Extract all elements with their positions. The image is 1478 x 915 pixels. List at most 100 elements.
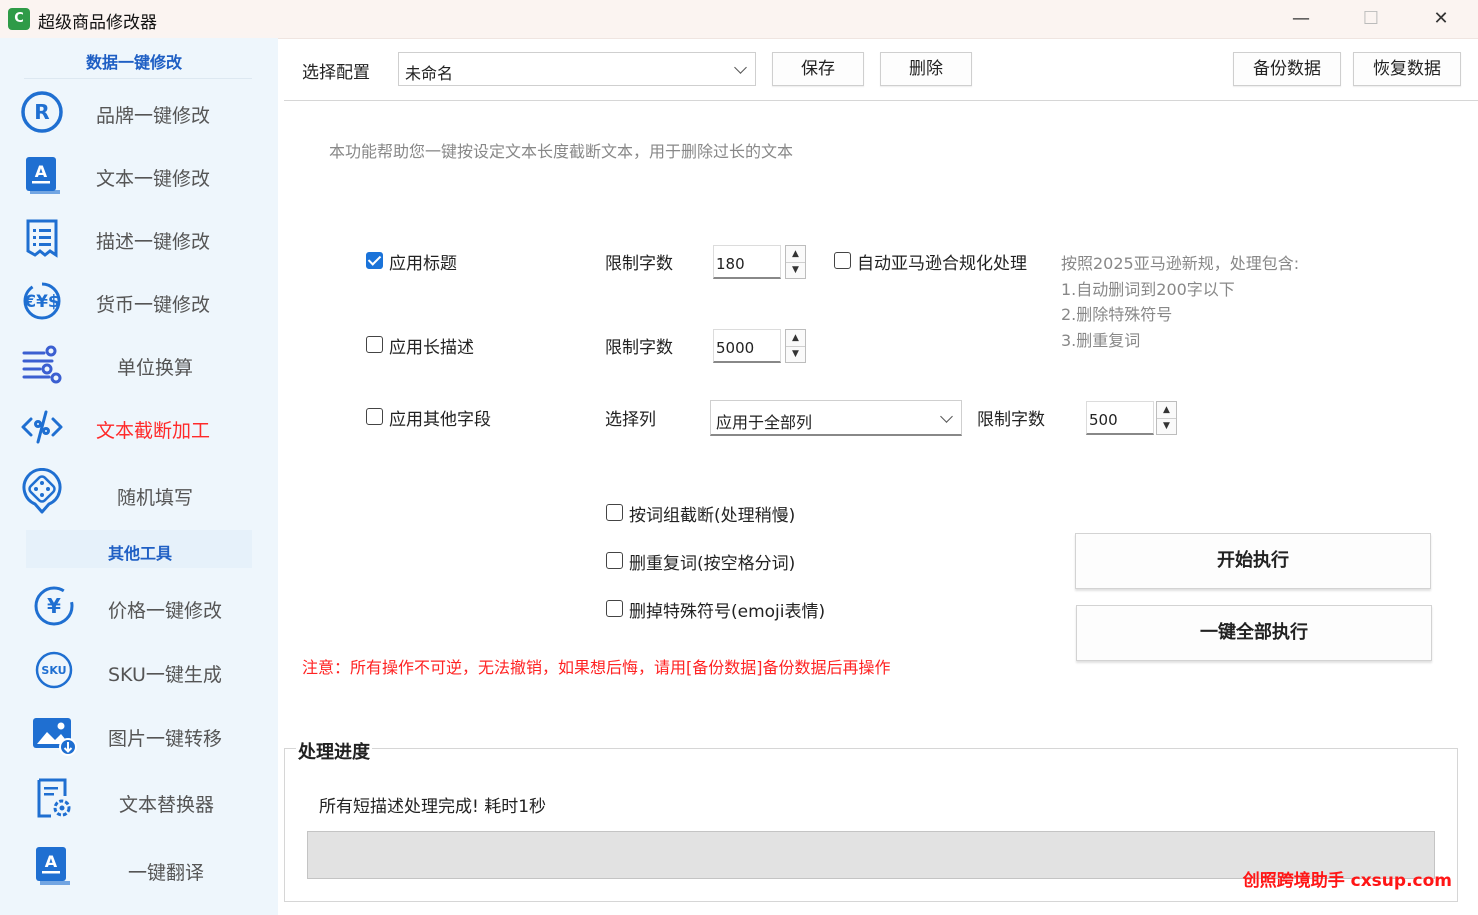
svg-text:A: A: [35, 162, 48, 181]
apply-long-desc-checkbox[interactable]: [366, 336, 383, 353]
run-all-button[interactable]: 一键全部执行: [1076, 605, 1432, 661]
sku-icon: SKU: [35, 651, 73, 689]
image-download-icon: [33, 718, 77, 756]
sidebar-item-label: 图片一键转移: [108, 728, 223, 750]
dedupe-label: 删重复词(按空格分词): [629, 554, 796, 574]
config-label: 选择配置: [302, 63, 370, 83]
intro-text: 本功能帮助您一键按设定文本长度截断文本，用于删除过长的文本: [329, 142, 794, 161]
apply-title-label: 应用标题: [389, 254, 457, 274]
app-logo-icon: C: [8, 8, 30, 30]
spin-down-icon[interactable]: ▼: [786, 262, 805, 278]
close-button[interactable]: ✕: [1406, 0, 1476, 38]
spin-up-icon[interactable]: ▲: [1157, 402, 1176, 419]
sidebar-item-label: 文本替换器: [119, 794, 215, 816]
sidebar-item-image-transfer[interactable]: 图片一键转移: [0, 706, 278, 766]
progress-status: 所有短描述处理完成! 耗时1秒: [319, 797, 547, 817]
word-group-label: 按词组截断(处理稍慢): [629, 506, 796, 526]
apply-title-checkbox[interactable]: [366, 252, 383, 269]
amazon-note-line: 1.自动删词到200字以下: [1061, 280, 1235, 299]
sidebar-item-label: SKU一键生成: [108, 664, 222, 686]
sidebar-item-unit-convert[interactable]: 单位换算: [0, 336, 278, 396]
progress-title: 处理进度: [296, 738, 372, 764]
column-select[interactable]: 应用于全部列: [710, 400, 962, 436]
sidebar-item-text-replace[interactable]: 文本替换器: [0, 770, 278, 830]
save-button[interactable]: 保存: [772, 52, 864, 86]
other-limit-stepper[interactable]: 500 ▲ ▼: [1086, 401, 1180, 435]
apply-long-desc-label: 应用长描述: [389, 338, 474, 358]
delete-button[interactable]: 删除: [880, 52, 972, 86]
spin-up-icon[interactable]: ▲: [786, 330, 805, 347]
sidebar-item-text[interactable]: A 文本一键修改: [0, 147, 278, 207]
long-desc-limit-label: 限制字数: [605, 338, 673, 358]
apply-other-checkbox[interactable]: [366, 408, 383, 425]
backup-data-button[interactable]: 备份数据: [1233, 52, 1341, 86]
maximize-button[interactable]: ☐: [1336, 0, 1406, 38]
window-title: 超级商品修改器: [38, 13, 157, 33]
doc-gear-icon: [37, 778, 71, 818]
sidebar-item-label: 单位换算: [117, 357, 194, 379]
sliders-icon: [22, 345, 62, 384]
amazon-note-line: 按照2025亚马逊新规，处理包含:: [1061, 254, 1300, 273]
sidebar-item-price[interactable]: ¥ 价格一键修改: [0, 578, 278, 638]
sidebar-item-label: 文本截断加工: [96, 420, 211, 442]
start-button[interactable]: 开始执行: [1075, 533, 1431, 589]
restore-data-button[interactable]: 恢复数据: [1353, 52, 1461, 86]
chevron-down-icon: [940, 410, 953, 423]
title-limit-label: 限制字数: [605, 254, 673, 274]
config-select-value: 未命名: [405, 64, 454, 83]
chevron-down-icon: [734, 61, 747, 74]
sidebar-item-label: 价格一键修改: [108, 600, 223, 622]
code-cut-icon: [21, 410, 63, 444]
remove-special-checkbox[interactable]: [606, 600, 623, 617]
column-select-label: 选择列: [605, 410, 656, 430]
spin-down-icon[interactable]: ▼: [786, 346, 805, 362]
sidebar-item-label: 随机填写: [117, 487, 194, 509]
sidebar-item-brand[interactable]: R 品牌一键修改: [0, 84, 278, 144]
svg-text:¥: ¥: [47, 594, 61, 618]
sidebar-item-translate[interactable]: A 一键翻译: [0, 838, 278, 898]
long-desc-limit-input[interactable]: 5000: [713, 329, 781, 363]
other-limit-input[interactable]: 500: [1086, 401, 1154, 435]
receipt-list-icon: [26, 219, 58, 258]
config-select[interactable]: 未命名: [398, 52, 756, 86]
long-desc-limit-stepper[interactable]: 5000 ▲ ▼: [713, 329, 807, 363]
sidebar-item-label: 品牌一键修改: [96, 105, 211, 127]
sidebar-item-label: 一键翻译: [128, 862, 205, 884]
sidebar-item-random-fill[interactable]: 随机填写: [0, 463, 278, 523]
minimize-button[interactable]: —: [1266, 0, 1336, 38]
svg-text:A: A: [45, 852, 58, 871]
document-a-icon: A: [26, 157, 60, 194]
amazon-note-line: 3.删重复词: [1061, 331, 1141, 350]
sku-icon-text: SKU: [41, 664, 66, 677]
column-select-value: 应用于全部列: [716, 413, 813, 432]
sidebar-section-other: 其他工具: [107, 544, 172, 563]
svg-text:R: R: [34, 100, 49, 124]
currency-icon: €¥$: [23, 282, 61, 320]
sidebar-item-label: 文本一键修改: [96, 168, 211, 190]
yuan-icon: ¥: [34, 586, 74, 626]
sidebar-item-sku[interactable]: SKU SKU一键生成: [0, 642, 278, 702]
svg-text:€¥$: €¥$: [23, 292, 60, 312]
watermark-text: 创照跨境助手 cxsup.com: [1242, 871, 1452, 891]
sidebar-item-label: 描述一键修改: [96, 231, 211, 253]
title-limit-input[interactable]: 180: [713, 245, 781, 279]
registered-icon: R: [21, 91, 63, 133]
title-limit-stepper[interactable]: 180 ▲ ▼: [713, 245, 807, 279]
amazon-note-line: 2.删除特殊符号: [1061, 305, 1173, 324]
word-group-checkbox[interactable]: [606, 504, 623, 521]
sidebar-item-currency[interactable]: €¥$ 货币一键修改: [0, 273, 278, 333]
sidebar-divider: [24, 78, 252, 79]
spin-up-icon[interactable]: ▲: [786, 246, 805, 263]
sidebar-section-main: 数据一键修改: [85, 53, 182, 72]
other-limit-label: 限制字数: [977, 410, 1045, 430]
dedupe-checkbox[interactable]: [606, 552, 623, 569]
sidebar-item-text-truncate[interactable]: 文本截断加工: [0, 399, 278, 459]
warning-text: 注意：所有操作不可逆，无法撤销，如果想后悔，请用[备份数据]备份数据后再操作: [302, 658, 891, 677]
spin-down-icon[interactable]: ▼: [1157, 418, 1176, 434]
sidebar-item-label: 货币一键修改: [96, 294, 211, 316]
translate-doc-icon: A: [36, 847, 70, 885]
auto-amazon-label: 自动亚马逊合规化处理: [857, 254, 1027, 274]
apply-other-label: 应用其他字段: [389, 410, 491, 430]
auto-amazon-checkbox[interactable]: [834, 252, 851, 269]
sidebar-item-description[interactable]: 描述一键修改: [0, 210, 278, 270]
